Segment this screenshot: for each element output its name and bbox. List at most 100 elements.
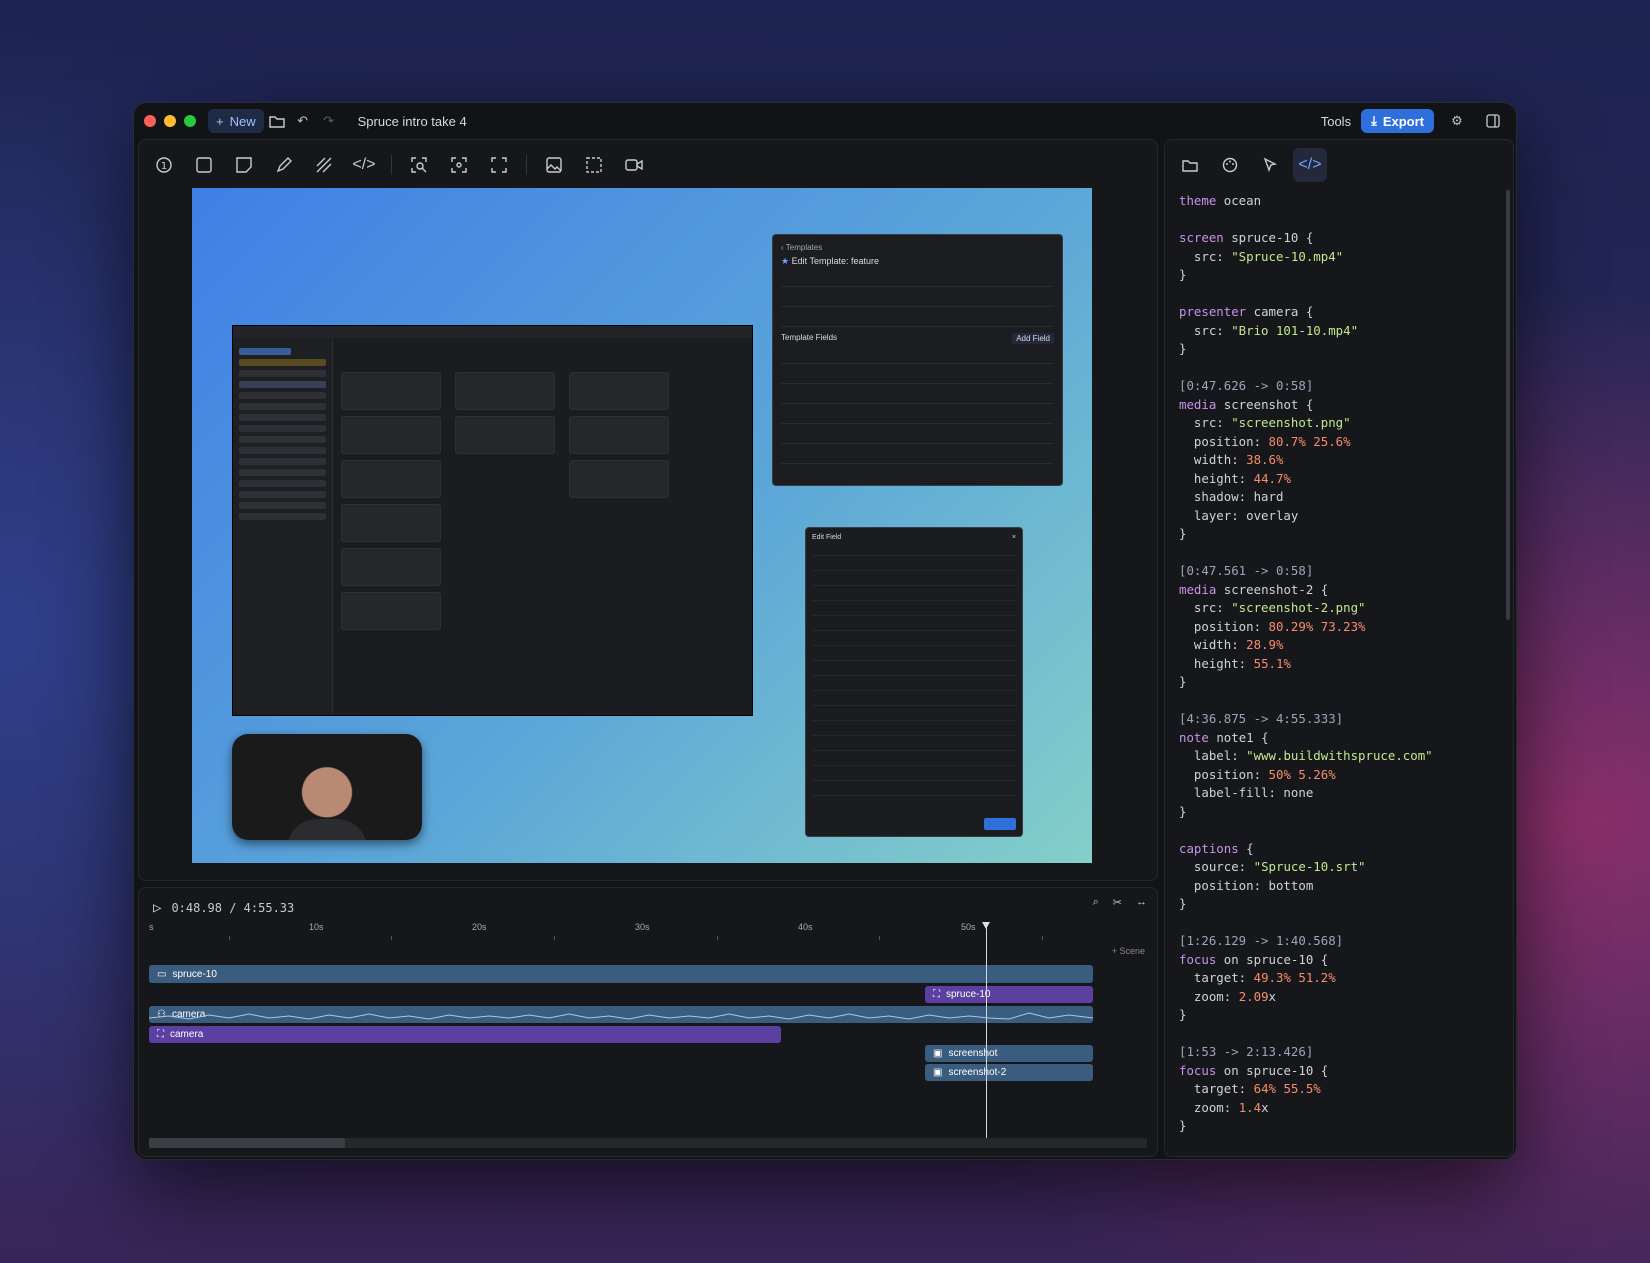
recorded-column <box>569 366 669 504</box>
code-line: [1:26.129 -> 1:40.568] <box>1179 932 1503 951</box>
screenshot-2-clip[interactable]: ▣ screenshot-2 <box>925 1064 1093 1081</box>
undo-icon[interactable]: ↶ <box>290 109 316 133</box>
redo-icon[interactable]: ↷ <box>316 109 342 133</box>
ruler-tick-label: 10s <box>309 922 324 932</box>
maximize-window-button[interactable] <box>184 115 196 127</box>
code-token: on spruce-10 { <box>1223 1062 1329 1078</box>
rectangle-icon[interactable] <box>187 148 221 182</box>
code-line: position: 80.29% 73.23% <box>1179 618 1503 637</box>
template-title: ★ Edit Template: feature <box>781 256 1054 267</box>
hatch-icon[interactable] <box>307 148 341 182</box>
play-icon[interactable]: ▷ <box>153 900 161 916</box>
recorded-column <box>341 366 441 636</box>
screen-focus-clip[interactable]: ⛶ spruce-10 <box>925 986 1093 1003</box>
timeline-panel: ▷ 0:48.98 / 4:55.33 ⌕ ✂ ↔ s 10s 20s 30s … <box>138 887 1158 1157</box>
scissors-icon[interactable]: ✂ <box>1113 896 1122 909</box>
camera-track[interactable]: ⚇ camera <box>149 1006 1093 1023</box>
close-window-button[interactable] <box>144 115 156 127</box>
code-token: "Spruce-10.srt" <box>1253 859 1366 874</box>
number-icon[interactable]: 1 <box>147 148 181 182</box>
code-token: width: <box>1179 637 1247 652</box>
svg-text:1: 1 <box>161 161 167 172</box>
stage-panel: 1 </> ‹ Templates ★ Edit Template: featu… <box>138 139 1158 881</box>
pen-icon[interactable] <box>267 148 301 182</box>
screenshot-clip[interactable]: ▣ screenshot <box>925 1045 1093 1062</box>
code-icon[interactable]: </> <box>1293 148 1327 182</box>
palette-icon[interactable] <box>1213 148 1247 182</box>
add-scene-button[interactable]: + Scene <box>1112 946 1145 956</box>
camera-focus-clip[interactable]: ⛶ camera <box>149 1026 781 1043</box>
code-token: zoom: <box>1179 988 1239 1004</box>
zoom-region-icon[interactable] <box>402 148 436 182</box>
code-line: src: "screenshot-2.png" <box>1179 599 1503 618</box>
scene-code-editor[interactable]: theme ocean screen spruce-10 { src: "Spr… <box>1179 192 1503 1136</box>
code-token: src: <box>1179 415 1232 430</box>
code-token: 49.3% 51.2% <box>1253 970 1336 985</box>
tools-menu[interactable]: Tools <box>1321 114 1351 129</box>
code-line: src: "screenshot.png" <box>1179 414 1503 433</box>
timeline-scrollbar[interactable] <box>149 1138 1147 1148</box>
code-token: } <box>1179 803 1187 819</box>
code-line: presenter camera { <box>1179 303 1503 322</box>
code-token: note1 { <box>1216 729 1269 745</box>
sticky-note-icon[interactable] <box>227 148 261 182</box>
playhead[interactable] <box>982 922 990 1140</box>
code-token: [0:47.626 -> 0:58] <box>1179 378 1314 393</box>
code-token: 55.1% <box>1253 655 1291 671</box>
scrollbar-thumb[interactable] <box>149 1138 345 1148</box>
code-token: "Brio 101-10.mp4" <box>1231 322 1359 338</box>
code-token: x <box>1261 1099 1269 1115</box>
selection-icon[interactable] <box>577 148 611 182</box>
folder-icon[interactable] <box>1173 148 1207 182</box>
code-line: target: 49.3% 51.2% <box>1179 969 1503 988</box>
code-line: focus on spruce-10 { <box>1179 1062 1503 1081</box>
code-line: label: "www.buildwithspruce.com" <box>1179 747 1503 766</box>
screen-recording-frame <box>232 325 753 716</box>
screenshot-2-overlay: Edit Field × <box>805 527 1023 837</box>
code-token: screen <box>1179 230 1232 245</box>
code-icon[interactable]: </> <box>347 148 381 182</box>
download-icon: ⤓ <box>1371 113 1377 128</box>
code-token: label: <box>1179 748 1247 763</box>
fullscreen-icon[interactable] <box>482 148 516 182</box>
folder-icon[interactable] <box>264 109 290 133</box>
code-token: src: <box>1179 322 1232 338</box>
code-token: target: <box>1179 1081 1254 1096</box>
code-line: source: "Spruce-10.srt" <box>1179 858 1503 877</box>
export-button[interactable]: ⤓ Export <box>1361 109 1434 133</box>
code-line: layer: overlay <box>1179 507 1503 526</box>
fit-width-icon[interactable]: ↔ <box>1136 896 1147 909</box>
preview-canvas[interactable]: ‹ Templates ★ Edit Template: feature Tem… <box>192 188 1092 863</box>
gear-icon[interactable]: ⚙ <box>1444 109 1470 133</box>
code-scrollbar[interactable] <box>1506 190 1510 620</box>
code-token: [4:36.875 -> 4:55.333] <box>1179 711 1344 726</box>
time-ruler[interactable]: s 10s 20s 30s 40s 50s <box>149 922 1147 942</box>
new-button[interactable]: + New <box>208 109 264 133</box>
image-icon[interactable] <box>537 148 571 182</box>
cursor-icon[interactable] <box>1253 148 1287 182</box>
code-token: src: <box>1179 600 1232 615</box>
code-token: zoom: <box>1179 1099 1239 1115</box>
code-line: width: 28.9% <box>1179 636 1503 655</box>
code-line: focus on spruce-10 { <box>1179 951 1503 970</box>
code-token: focus <box>1179 951 1224 967</box>
code-token: source: <box>1179 859 1254 874</box>
minimize-window-button[interactable] <box>164 115 176 127</box>
code-token: "screenshot-2.png" <box>1231 600 1366 615</box>
screen-track[interactable]: ▭ spruce-10 <box>149 965 1093 983</box>
code-token: } <box>1179 341 1187 356</box>
ruler-tick-label: 30s <box>635 922 650 932</box>
zoom-timeline-icon[interactable]: ⌕ <box>1093 896 1099 909</box>
code-token: note <box>1179 729 1217 745</box>
code-token: } <box>1179 1007 1187 1022</box>
code-line: screen spruce-10 { <box>1179 229 1503 248</box>
code-line: [0:47.561 -> 0:58] <box>1179 562 1503 581</box>
code-token: } <box>1179 896 1187 911</box>
fields-header: Template Fields Add Field <box>781 333 1054 344</box>
sidebar-toggle-icon[interactable] <box>1480 109 1506 133</box>
code-token: target: <box>1179 970 1254 985</box>
video-icon[interactable] <box>617 148 651 182</box>
focus-icon[interactable] <box>442 148 476 182</box>
